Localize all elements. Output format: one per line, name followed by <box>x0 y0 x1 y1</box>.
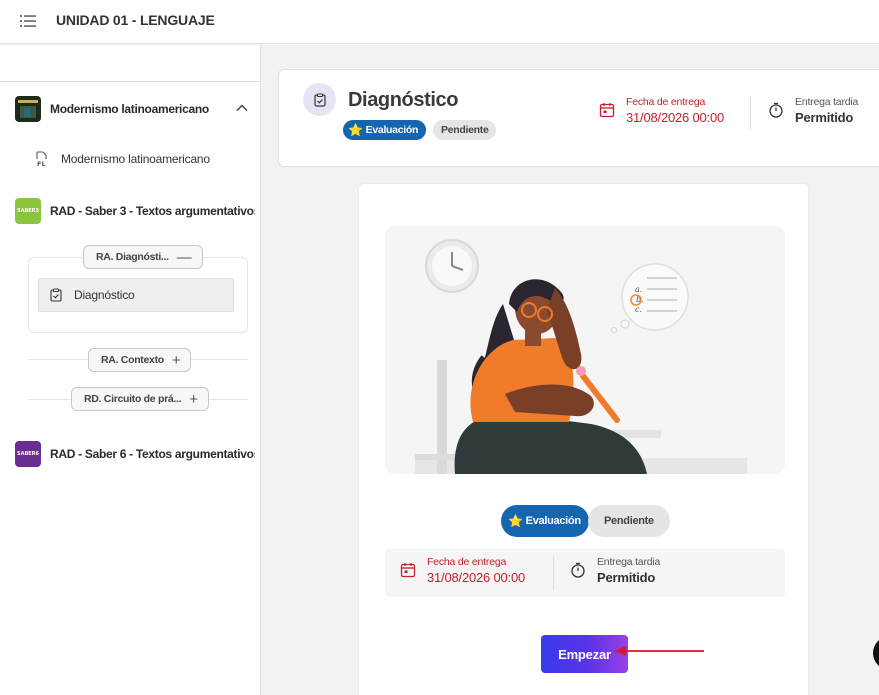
divider <box>750 96 751 130</box>
activity-type-icon <box>303 83 336 116</box>
late-delivery-block: Entrega tardia Permitido <box>767 96 858 125</box>
collapse-icon[interactable]: — <box>177 250 192 265</box>
stopwatch-icon <box>571 562 585 578</box>
activity-meta-bar: Fecha de entrega 31/08/2026 00:00 Entreg… <box>385 549 785 597</box>
late-delivery-value: Permitido <box>597 570 656 585</box>
late-delivery-value: Permitido <box>795 110 854 125</box>
badge-label: Evaluación <box>365 124 419 136</box>
unit-label: Modernismo latinoamericano <box>50 102 209 116</box>
sidebar-unit-saber3[interactable]: SABER3 RAD - Saber 3 - Textos argumentat… <box>15 198 255 224</box>
unit-label: RAD - Saber 3 - Textos argumentativos <box>50 204 255 218</box>
student-thinking-illustration: a. b. c. <box>385 226 785 474</box>
sub-item-label: Modernismo latinoamericano <box>61 152 210 166</box>
svg-text:a.: a. <box>635 285 642 294</box>
stopwatch-icon <box>769 102 783 118</box>
divider <box>553 556 554 590</box>
ra-group-circuito[interactable]: RD. Circuito de prá... + <box>71 387 209 411</box>
ra-group-label: RA. Contexto <box>101 354 164 366</box>
ra-group-diagnostico[interactable]: RA. Diagnósti... — <box>83 245 203 269</box>
due-date-label: Fecha de entrega <box>427 556 507 568</box>
expand-icon[interactable]: + <box>189 392 198 407</box>
ra-group-label: RA. Diagnósti... <box>96 251 169 263</box>
svg-text:c.: c. <box>635 305 642 314</box>
student-figure <box>454 279 647 474</box>
sidebar-sub-item-modernismo[interactable]: FL Modernismo latinoamericano <box>34 151 210 167</box>
ra-group-contexto[interactable]: RA. Contexto + <box>88 348 192 372</box>
sidebar-unit-saber6[interactable]: SABER6 RAD - Saber 6 - Textos argumentat… <box>15 441 255 467</box>
ra-group-label: RD. Circuito de prá... <box>84 393 182 405</box>
due-date-block: Fecha de entrega 31/08/2026 00:00 <box>399 556 525 585</box>
expand-icon[interactable]: + <box>172 353 181 368</box>
calendar-icon <box>400 563 416 578</box>
wall-clock-icon <box>425 239 479 293</box>
top-bar: UNIDAD 01 - LENGUAJE <box>0 0 879 44</box>
late-delivery-label: Entrega tardia <box>795 96 859 108</box>
badge-label: Evaluación <box>525 515 581 527</box>
due-date-block: Fecha de entrega 31/08/2026 00:00 <box>598 96 724 125</box>
activity-content-card: a. b. c. ⭐ Evaluación Pendiente Fecha de… <box>358 183 809 695</box>
chevron-up-icon[interactable] <box>235 101 249 115</box>
due-date-value: 31/08/2026 00:00 <box>427 570 526 585</box>
calendar-icon <box>599 103 615 118</box>
badge-evaluation: ⭐ Evaluación <box>343 120 427 140</box>
menu-list-icon[interactable] <box>19 13 37 29</box>
page-title: Diagnóstico <box>348 89 459 111</box>
clipboard-check-icon <box>50 288 62 302</box>
thought-bubble: a. b. c. <box>611 263 689 333</box>
svg-text:FL: FL <box>37 160 46 167</box>
unit-thumbnail: SABER3 <box>15 198 41 224</box>
activity-header-card: Diagnóstico ⭐ Evaluación Pendiente Fecha… <box>278 69 879 167</box>
late-delivery-label: Entrega tardia <box>597 556 661 568</box>
sidebar-activity-diagnostico[interactable]: Diagnóstico <box>38 278 234 312</box>
badge-pending: Pendiente <box>433 120 497 140</box>
divider <box>0 81 260 82</box>
clipboard-check-icon <box>313 93 326 107</box>
unit-title: UNIDAD 01 - LENGUAJE <box>56 12 215 28</box>
unit-thumbnail: SABER6 <box>15 441 41 467</box>
document-fl-icon: FL <box>36 151 47 167</box>
sidebar: Modernismo latinoamericano FL Modernismo… <box>0 45 261 695</box>
late-delivery-block: Entrega tardia Permitido <box>569 556 660 585</box>
badge-evaluation: ⭐ Evaluación <box>501 505 589 537</box>
star-icon: ⭐ <box>348 123 363 137</box>
unit-thumbnail <box>15 96 41 122</box>
due-date-label: Fecha de entrega <box>626 96 706 108</box>
activity-label: Diagnóstico <box>74 288 135 302</box>
badge-pending: Pendiente <box>588 505 670 537</box>
star-icon: ⭐ <box>508 514 523 528</box>
unit-label: RAD - Saber 6 - Textos argumentativos <box>50 447 255 461</box>
main-content: Diagnóstico ⭐ Evaluación Pendiente Fecha… <box>262 45 879 695</box>
due-date-value: 31/08/2026 00:00 <box>626 110 725 125</box>
annotation-arrow-icon <box>614 646 704 656</box>
sidebar-unit-modernismo[interactable]: Modernismo latinoamericano <box>15 96 255 122</box>
